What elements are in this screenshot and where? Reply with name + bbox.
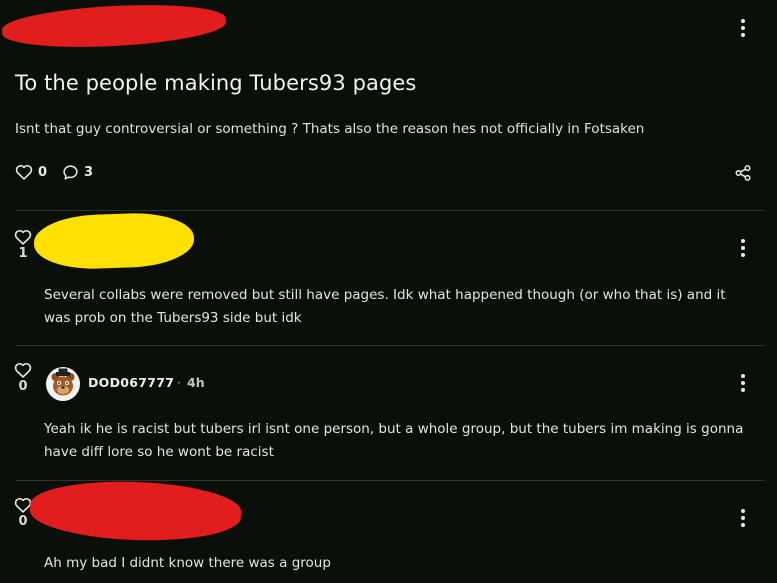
comment-icon [63, 164, 78, 180]
comment-2-author[interactable]: DOD067777 [88, 375, 174, 390]
heart-icon[interactable] [14, 362, 32, 378]
comment-3-menu-icon[interactable] [738, 507, 748, 529]
comment-3-vote: 0 [14, 497, 32, 529]
comment-1-vote: 1 [14, 229, 32, 261]
discussion-page: To the people making Tubers93 pages Isnt… [0, 0, 777, 583]
redacted-author-name [33, 211, 195, 271]
comment-2-vote: 0 [14, 362, 32, 394]
post-comment-count: 3 [84, 164, 94, 180]
avatar[interactable] [46, 367, 80, 401]
post-title: To the people making Tubers93 pages [15, 71, 417, 95]
post-like-count: 0 [38, 164, 48, 180]
comment-3-like-count: 0 [18, 514, 28, 529]
redacted-author-name [1, 0, 227, 52]
comment-1-text: Several collabs were removed but still h… [44, 287, 726, 326]
share-icon [735, 165, 751, 181]
comment-1-like-count: 1 [18, 246, 28, 261]
comment-2-text: Yeah ik he is racist but tubers irl isnt… [44, 421, 744, 460]
heart-icon [15, 164, 33, 180]
heart-icon[interactable] [14, 229, 32, 245]
post-like-button[interactable]: 0 [15, 164, 47, 180]
post-divider [15, 210, 765, 211]
post-body: Isnt that guy controversial or something… [15, 121, 645, 137]
comment-divider [15, 345, 765, 346]
comment-2-like-count: 0 [18, 379, 28, 394]
comment-1-menu-icon[interactable] [738, 237, 748, 259]
comment-2-timestamp: 4h [187, 375, 205, 390]
comment-3-text: Ah my bad I didnt know there was a group [44, 555, 331, 571]
share-button[interactable] [734, 164, 752, 182]
post-stats: 0 3 [15, 162, 93, 182]
meta-separator: · [177, 375, 181, 390]
redacted-author-name [29, 478, 242, 544]
comment-2-menu-icon[interactable] [738, 372, 748, 394]
bear-avatar-icon [47, 368, 79, 400]
post-comment-button[interactable]: 3 [62, 164, 93, 181]
post-menu-icon[interactable] [738, 17, 748, 39]
